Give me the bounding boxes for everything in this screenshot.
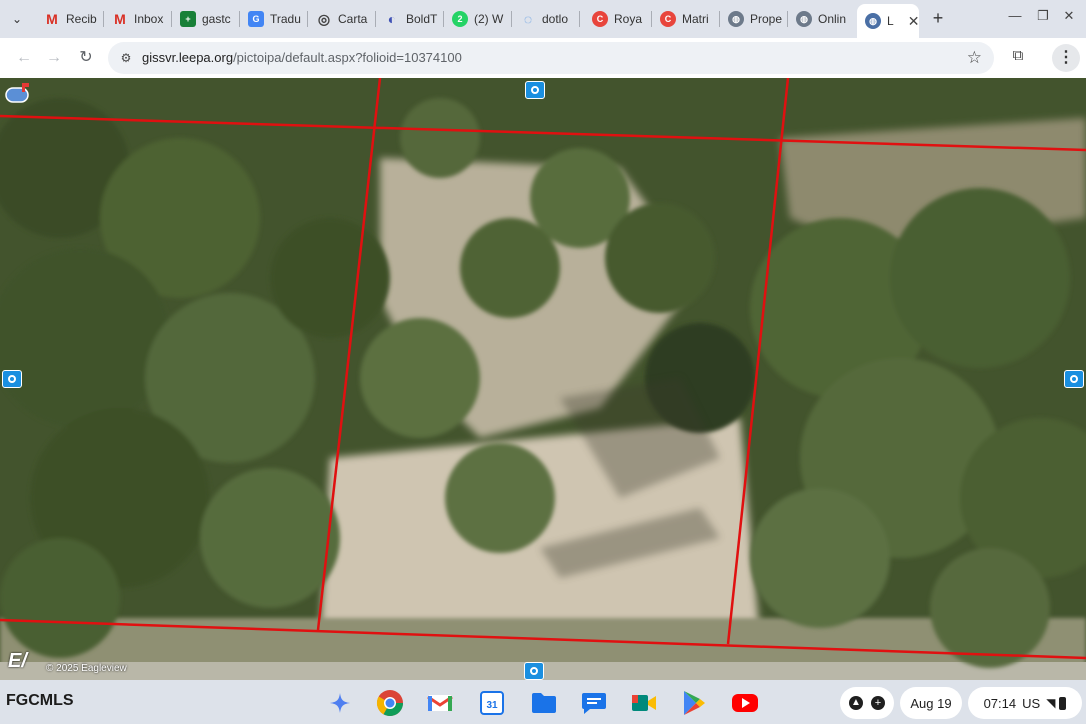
tab-active-leepa[interactable]: ◍ L ✕ — [857, 4, 919, 38]
arrow-left-icon: ← — [16, 49, 32, 66]
messages-icon[interactable] — [578, 687, 610, 719]
globe-icon: ◍ — [796, 11, 812, 27]
tab-roya[interactable]: C Roya — [584, 5, 652, 33]
globe-icon: ◍ — [865, 13, 881, 29]
input-locale: US — [1022, 695, 1041, 711]
chevron-down-icon: ⌄ — [11, 12, 23, 26]
tab-dotlo[interactable]: ◌ dotlo — [512, 5, 580, 33]
tab-recib[interactable]: M Recib — [36, 5, 104, 33]
new-tab-button[interactable]: + — [926, 8, 950, 30]
sheets-icon: + — [180, 11, 196, 27]
browser-menu-button[interactable]: ⋮ — [1052, 44, 1080, 72]
aerial-map-viewport[interactable]: E/ © 2025 Eagleview — [0, 78, 1086, 680]
bookmark-star-icon[interactable]: ☆ — [967, 48, 982, 68]
calendar-icon[interactable]: 31 — [476, 687, 508, 719]
add-status-icon: + — [871, 696, 885, 710]
gmail-icon[interactable] — [424, 687, 456, 719]
tab-boldt[interactable]: ◐ BoldT — [376, 5, 444, 33]
url-text[interactable]: gissvr.leepa.org/pictoipa/default.aspx?f… — [142, 50, 462, 65]
royal-icon: C — [592, 11, 608, 27]
matrix-icon: C — [660, 11, 676, 27]
tab-inbox[interactable]: M Inbox — [104, 5, 172, 33]
dotloop-icon: ◌ — [523, 11, 533, 27]
camera-marker-north[interactable] — [525, 81, 545, 99]
reload-button[interactable]: ↻ — [74, 47, 98, 69]
gmail-icon: M — [114, 11, 126, 27]
tab-gastc[interactable]: + gastc — [172, 5, 240, 33]
camera-marker-west[interactable] — [2, 370, 22, 388]
tab-whatsapp[interactable]: 2 (2) W — [444, 5, 512, 33]
boldtrail-icon: ◐ — [387, 11, 397, 27]
gmail-icon: M — [46, 11, 58, 27]
tab-prope[interactable]: ◍ Prope — [720, 5, 788, 33]
browser-toolbar: ← → ↻ ⚙ gissvr.leepa.org/pictoipa/defaul… — [0, 38, 1086, 78]
arrow-right-icon: → — [46, 49, 62, 66]
youtube-icon[interactable] — [729, 687, 761, 719]
clock-time: 07:14 — [983, 695, 1017, 711]
mls-watermark: FGCMLS — [6, 692, 74, 709]
gemini-icon[interactable] — [324, 687, 356, 719]
tray-status-pill[interactable]: ▲ + — [840, 687, 894, 719]
play-store-icon[interactable] — [678, 687, 710, 719]
globe-icon: ◍ — [728, 11, 744, 27]
files-icon[interactable] — [528, 687, 560, 719]
close-window-button[interactable]: ✕ — [1058, 8, 1080, 24]
close-tab-icon[interactable]: ✕ — [908, 13, 919, 30]
minimize-button[interactable]: — — [1004, 8, 1026, 23]
reload-icon: ↻ — [79, 49, 93, 66]
tab-matri[interactable]: C Matri — [652, 5, 720, 33]
map-copyright: © 2025 Eagleview — [46, 663, 127, 674]
date-tray[interactable]: Aug 19 — [900, 687, 962, 719]
tab-tradu[interactable]: G Tradu — [240, 5, 308, 33]
camera-marker-south[interactable] — [524, 662, 544, 680]
upload-status-icon: ▲ — [849, 696, 863, 710]
os-shelf: FGCMLS 31 ▲ + Aug 19 07:14 US ◥ — [0, 680, 1086, 724]
translate-icon: G — [248, 11, 264, 27]
chrome-icon[interactable] — [374, 687, 406, 719]
forward-button[interactable]: → — [42, 47, 66, 69]
tab-onlin[interactable]: ◍ Onlin — [788, 5, 856, 33]
svg-text:31: 31 — [486, 700, 498, 711]
address-bar[interactable]: ⚙ gissvr.leepa.org/pictoipa/default.aspx… — [108, 42, 994, 74]
camera-marker-east[interactable] — [1064, 370, 1084, 388]
restore-icon: ❐ — [1037, 8, 1049, 23]
tab-strip: ⌄ M Recib M Inbox + gastc G Tradu ◎ Cart… — [0, 0, 1086, 38]
minimize-icon: — — [1008, 8, 1022, 23]
eagleview-logo: E/ — [8, 650, 27, 672]
system-tray[interactable]: 07:14 US ◥ — [968, 687, 1082, 719]
tab-search-dropdown[interactable]: ⌄ — [4, 7, 30, 31]
more-vert-icon: ⋮ — [1058, 49, 1074, 66]
restore-button[interactable]: ❐ — [1032, 8, 1054, 24]
openai-icon: ◎ — [317, 10, 331, 27]
back-button[interactable]: ← — [12, 47, 36, 69]
plus-icon: + — [932, 8, 944, 28]
meet-icon[interactable] — [628, 687, 660, 719]
mailbox-icon[interactable] — [4, 82, 32, 106]
aerial-photo — [0, 78, 1086, 680]
close-icon: ✕ — [1063, 8, 1075, 23]
tab-carta[interactable]: ◎ Carta — [308, 5, 376, 33]
site-info-icon[interactable]: ⚙ — [118, 50, 134, 66]
battery-icon — [1059, 696, 1067, 710]
whatsapp-icon: 2 — [452, 11, 468, 27]
extensions-puzzle-icon[interactable]: ⧉ — [1007, 47, 1029, 69]
wifi-icon: ◥ — [1046, 696, 1056, 710]
